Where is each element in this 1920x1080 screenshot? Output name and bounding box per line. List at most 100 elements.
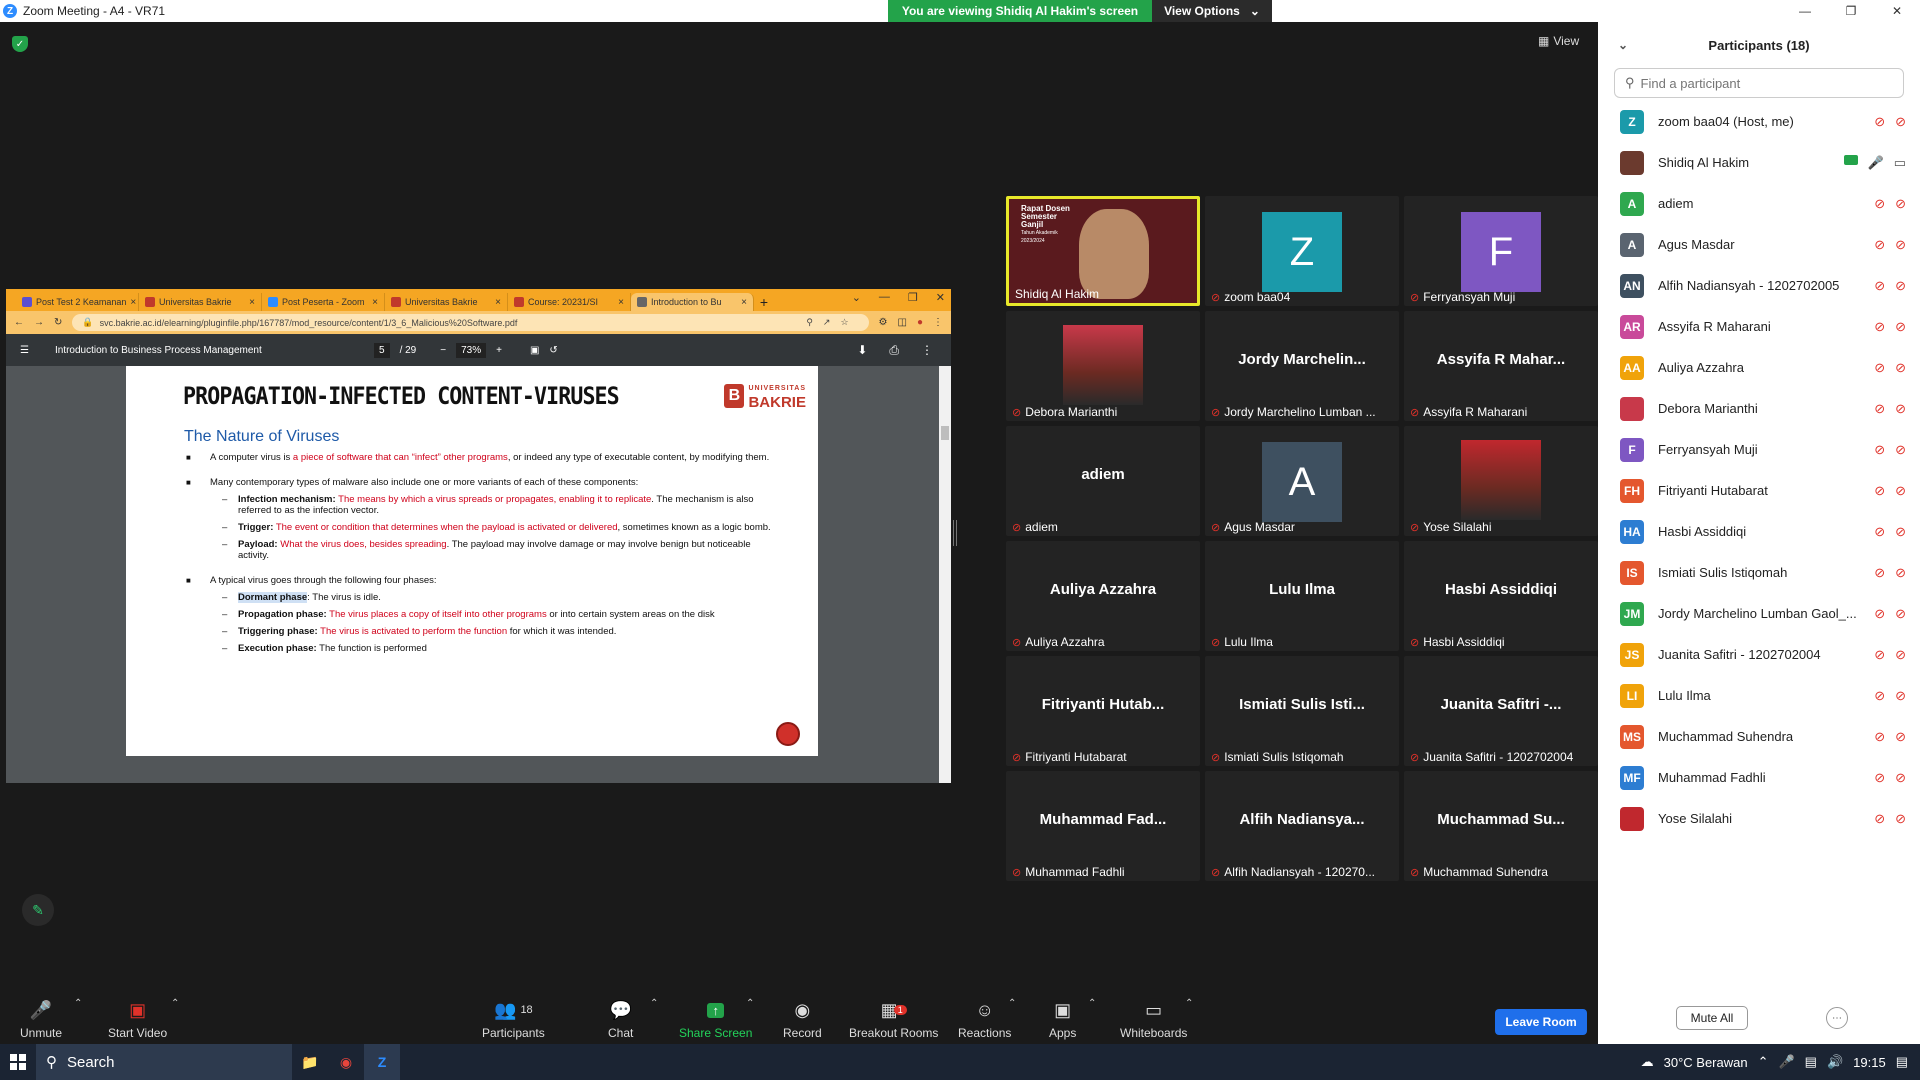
tab-close-icon[interactable]: × [741,297,747,308]
split-handle[interactable] [953,520,957,546]
participant-row[interactable]: Zzoom baa04 (Host, me) ⊘ ⊘ [1598,101,1920,142]
unmute-button[interactable]: 🎤 Unmute [20,998,62,1041]
chevron-down-icon[interactable]: ⌄ [852,291,861,304]
participant-row[interactable]: Yose Silalahi ⊘ ⊘ [1598,798,1920,839]
video-tile[interactable]: Lulu Ilma ⊘ Lulu Ilma [1205,541,1399,651]
video-tile[interactable]: ⊘ Debora Marianthi [1006,311,1200,421]
video-tile[interactable]: F ⊘ Ferryansyah Muji [1404,196,1598,306]
mute-all-button[interactable]: Mute All [1676,1006,1748,1030]
video-tile[interactable]: Juanita Safitri -... ⊘ Juanita Safitri - 1… [1404,656,1598,766]
download-icon[interactable]: ⬇ [857,343,867,358]
share-options-caret[interactable]: ⌃ [746,998,754,1009]
volume-icon[interactable]: 🔊 [1827,1054,1843,1070]
chrome-icon[interactable]: ◉ [328,1044,364,1080]
participant-row[interactable]: Debora Marianthi ⊘ ⊘ [1598,388,1920,429]
participant-row[interactable]: AR Assyifa R Maharani ⊘ ⊘ [1598,306,1920,347]
browser-tab[interactable]: Universitas Bakrie × [385,293,508,311]
restore-icon[interactable]: ❐ [908,291,918,304]
participant-row[interactable]: MF Muhammad Fadhli ⊘ ⊘ [1598,757,1920,798]
weather-text[interactable]: 30°C Berawan [1664,1055,1748,1070]
close-icon[interactable]: ✕ [936,291,945,304]
video-tile[interactable]: Assyifa R Mahar... ⊘ Assyifa R Maharani [1404,311,1598,421]
page-input[interactable]: 5 [374,342,390,358]
taskbar-search[interactable]: ⚲ Search [36,1044,292,1080]
view-options-button[interactable]: View Options ⌄ [1152,0,1272,22]
video-tile[interactable]: A ⊘ Agus Masdar [1205,426,1399,536]
audio-options-caret[interactable]: ⌃ [74,998,82,1009]
view-button[interactable]: ▦ View [1538,34,1579,48]
zoom-in-icon[interactable]: + [496,345,502,356]
weather-icon[interactable]: ☁ [1641,1054,1654,1070]
collapse-chevron-icon[interactable]: ⌄ [1618,38,1628,52]
reload-icon[interactable]: ↻ [54,317,62,328]
encryption-shield-icon[interactable]: ✓ [12,36,28,52]
print-icon[interactable]: ⎙ [889,343,899,358]
leave-room-button[interactable]: Leave Room [1495,1009,1587,1035]
network-icon[interactable]: ▤ [1805,1054,1817,1070]
participant-row[interactable]: Aadiem ⊘ ⊘ [1598,183,1920,224]
tab-close-icon[interactable]: × [372,297,378,308]
hamburger-icon[interactable]: ☰ [20,345,29,356]
more-icon[interactable]: ⋮ [921,343,933,358]
participant-row[interactable]: Shidiq Al Hakim 🎤 ▭ [1598,142,1920,183]
start-video-button[interactable]: ▣ Start Video [108,998,167,1041]
browser-tab[interactable]: Universitas Bakrie × [139,293,262,311]
profile-icon[interactable]: ● [917,317,923,328]
participant-row[interactable]: JM Jordy Marchelino Lumban Gaol_... ⊘ ⊘ [1598,593,1920,634]
tab-close-icon[interactable]: × [249,297,255,308]
participant-row[interactable]: F Ferryansyah Muji ⊘ ⊘ [1598,429,1920,470]
chat-button[interactable]: 💬 Chat [608,998,633,1041]
zoom-taskbar-icon[interactable]: Z [364,1044,400,1080]
chat-options-caret[interactable]: ⌃ [650,998,658,1009]
participant-row[interactable]: FH Fitriyanti Hutabarat ⊘ ⊘ [1598,470,1920,511]
reactions-button[interactable]: ☺ Reactions [958,998,1011,1041]
fit-page-icon[interactable]: ▣ [530,345,539,356]
tray-chevron-icon[interactable]: ⌃ [1758,1054,1769,1070]
video-options-caret[interactable]: ⌃ [171,998,179,1009]
extensions-icon[interactable]: ⚙ [879,317,888,328]
browser-tab[interactable]: Course: 20231/SI × [508,293,631,311]
start-button[interactable] [0,1044,36,1080]
tab-close-icon[interactable]: × [618,297,624,308]
apps-button[interactable]: ▣ Apps [1049,998,1076,1041]
video-tile[interactable]: ⊘ Yose Silalahi [1404,426,1598,536]
url-field[interactable]: 🔒 svc.bakrie.ac.id/elearning/pluginfile.p… [72,314,869,331]
clock[interactable]: 19:15 [1853,1055,1886,1070]
notification-icon[interactable]: ▤ [1896,1054,1908,1070]
url-actions-icon[interactable]: ⚲↗☆ [806,317,858,328]
video-tile[interactable]: Auliya Azzahra ⊘ Auliya Azzahra [1006,541,1200,651]
participant-search-input[interactable] [1640,75,1903,91]
video-tile[interactable]: Z ⊘ zoom baa04 [1205,196,1399,306]
tab-close-icon[interactable]: × [130,297,136,308]
browser-tab[interactable]: Post Peserta - Zoom × [262,293,385,311]
participant-row[interactable]: AA Auliya Azzahra ⊘ ⊘ [1598,347,1920,388]
back-icon[interactable]: ← [14,317,24,328]
video-tile[interactable]: Hasbi Assiddiqi ⊘ Hasbi Assiddiqi [1404,541,1598,651]
close-button[interactable]: ✕ [1874,0,1920,22]
sidepanel-icon[interactable]: ◫ [898,317,907,328]
participant-row[interactable]: LI Lulu Ilma ⊘ ⊘ [1598,675,1920,716]
zoom-out-icon[interactable]: − [440,345,446,356]
rotate-icon[interactable]: ↺ [549,345,557,356]
more-options-icon[interactable]: ⋯ [1826,1007,1848,1029]
record-button[interactable]: ◉ Record [783,998,822,1041]
participant-row[interactable]: HA Hasbi Assiddiqi ⊘ ⊘ [1598,511,1920,552]
minimize-button[interactable]: — [1782,0,1828,22]
video-tile[interactable]: Jordy Marchelin... ⊘ Jordy Marchelino Lumb… [1205,311,1399,421]
participant-row[interactable]: A Agus Masdar ⊘ ⊘ [1598,224,1920,265]
participant-row[interactable]: JS Juanita Safitri - 1202702004 ⊘ ⊘ [1598,634,1920,675]
reactions-caret[interactable]: ⌃ [1008,998,1016,1009]
browser-tab[interactable]: Post Test 2 Keamanan × [16,293,139,311]
maximize-button[interactable]: ❐ [1828,0,1874,22]
participant-row[interactable]: AN Alfih Nadiansyah - 1202702005 ⊘ ⊘ [1598,265,1920,306]
participant-row[interactable]: IS Ismiati Sulis Istiqomah ⊘ ⊘ [1598,552,1920,593]
participant-row[interactable]: MS Muchammad Suhendra ⊘ ⊘ [1598,716,1920,757]
browser-tab[interactable]: Introduction to Bu × [631,293,754,311]
forward-icon[interactable]: → [34,317,44,328]
menu-icon[interactable]: ⋮ [933,317,943,328]
zoom-input[interactable]: 73% [456,342,487,358]
tab-close-icon[interactable]: × [495,297,501,308]
breakout-rooms-button[interactable]: ▦ 1 Breakout Rooms [849,998,938,1041]
whiteboards-caret[interactable]: ⌃ [1185,998,1193,1009]
video-tile[interactable]: Muchammad Su... ⊘ Muchammad Suhendra [1404,771,1598,881]
